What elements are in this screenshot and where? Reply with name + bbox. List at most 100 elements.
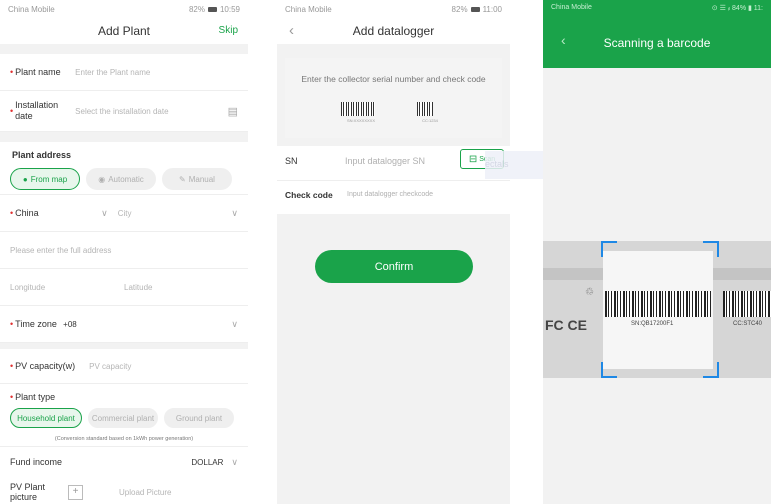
pv-capacity-label: PV capacity(w) [15, 361, 76, 371]
target-icon: ◉ [98, 174, 106, 184]
datalogger-form: SN Input datalogger SN ⊟ Scan Check code… [277, 146, 510, 214]
divider [0, 44, 248, 54]
status-bar: China Mobile 82% 10:59 [0, 0, 248, 18]
address-mode-selector: ● From map ◉ Automatic ✎ Manual [0, 164, 248, 195]
fund-income-label: Fund income [10, 457, 63, 467]
upload-picture-button[interactable]: Upload Picture [119, 488, 171, 497]
divider [0, 132, 248, 142]
longitude-input[interactable]: Longitude [10, 283, 124, 292]
required-mark: • [10, 106, 14, 116]
header-bar: China Mobile ⊙ ☰ ᵢₗ 84% ▮ 11: ‹ Scanning… [543, 0, 771, 68]
country-select[interactable]: China [15, 208, 101, 218]
scan-frame-corner [703, 362, 719, 378]
carrier-text: China Mobile [285, 4, 332, 14]
sn-input[interactable]: Input datalogger SN [345, 156, 425, 166]
pencil-icon: ✎ [179, 174, 186, 184]
chevron-down-icon[interactable]: ∨ [231, 319, 238, 330]
from-map-button[interactable]: ● From map [10, 168, 80, 190]
collector-hint-box: Enter the collector serial number and ch… [285, 58, 502, 138]
add-datalogger-screen: China Mobile 82% 11:00 ‹ Add datalogger … [277, 0, 510, 504]
full-address-input[interactable]: Please enter the full address [10, 246, 111, 255]
scan-icon: ⊟ [468, 153, 478, 165]
status-icons: ⊙ ☰ ᵢₗ 84% ▮ 11: [711, 5, 763, 12]
status-bar: China Mobile 82% 11:00 [277, 0, 510, 18]
coordinates-row: Longitude Latitude [0, 269, 248, 306]
skip-button[interactable]: Skip [219, 25, 238, 36]
serial-number-text: SN:QB17200F1 [631, 321, 674, 327]
nav-bar: ‹ Add datalogger [277, 18, 510, 44]
check-code-text: CC:STC40 [733, 321, 763, 327]
required-mark: • [10, 361, 14, 371]
pv-picture-label: PV Plant picture [10, 482, 46, 502]
ground-plant-button[interactable]: Ground plant [164, 408, 234, 428]
pv-capacity-row[interactable]: • PV capacity(w) PV capacity [0, 349, 248, 384]
chevron-down-icon[interactable]: ∨ [231, 457, 238, 468]
location-row: • China ∨ City ∨ [0, 195, 248, 232]
confirm-button[interactable]: Confirm [315, 250, 473, 283]
page-title: Add datalogger [352, 24, 435, 38]
camera-preview: FC CE ♲ SN:QB17200F1 CC:STC40 [543, 241, 771, 378]
automatic-button[interactable]: ◉ Automatic [86, 168, 156, 190]
fund-income-row[interactable]: Fund income DOLLAR ∨ [0, 447, 248, 477]
latitude-input[interactable]: Latitude [124, 283, 152, 292]
clock: 11:00 [482, 4, 502, 14]
battery-percent: 82% [188, 4, 205, 14]
add-plant-screen: China Mobile 82% 10:59 Add Plant Skip • … [0, 0, 248, 504]
scan-frame-corner [601, 241, 617, 257]
required-mark: • [10, 319, 14, 329]
barcode-image [723, 291, 771, 317]
plant-name-row[interactable]: • Plant name Enter the Plant name [0, 54, 248, 91]
check-code-input[interactable]: Input datalogger checkcode [347, 191, 433, 198]
barcode-caption: CC:1234 [422, 118, 438, 123]
installation-date-label: Installation date [15, 100, 59, 121]
plant-address-label: Plant address [12, 150, 72, 160]
clock: 10:59 [219, 4, 240, 14]
full-address-row[interactable]: Please enter the full address [0, 232, 248, 269]
battery-icon [470, 6, 480, 12]
time-zone-row[interactable]: • Time zone +08 ∨ [0, 306, 248, 343]
scan-frame-corner [601, 362, 617, 378]
plant-name-label: Plant name [15, 67, 61, 77]
barcode-image [417, 102, 433, 116]
household-plant-button[interactable]: Household plant [10, 408, 82, 428]
required-mark: • [10, 208, 14, 218]
conversion-note: (Conversion standard based on 1kWh power… [0, 432, 248, 447]
barcode-caption: SN:XXXXXXXX [346, 118, 375, 123]
time-zone-label: Time zone [15, 319, 57, 329]
installation-date-row[interactable]: • Installation date Select the installat… [0, 91, 248, 132]
scan-frame-corner [703, 241, 719, 257]
barcode-image [341, 102, 375, 116]
fund-income-value: DOLLAR [191, 457, 224, 467]
plant-type-label: • Plant type [10, 392, 56, 402]
battery-percent: 82% [451, 4, 468, 14]
divider [277, 180, 510, 181]
scan-barcode-screen: China Mobile ⊙ ☰ ᵢₗ 84% ▮ 11: ‹ Scanning… [543, 0, 771, 504]
certification-mark: FC CE [545, 317, 587, 333]
city-select[interactable]: City [118, 209, 132, 218]
carrier-text: China Mobile [8, 4, 55, 14]
nav-bar: Add Plant Skip [0, 18, 248, 44]
chevron-down-icon[interactable]: ∨ [101, 208, 108, 219]
battery-icon [207, 6, 217, 12]
page-title: Scanning a barcode [603, 36, 711, 50]
commercial-plant-button[interactable]: Commercial plant [88, 408, 158, 428]
pv-capacity-input[interactable]: PV capacity [89, 362, 131, 371]
check-code-label: Check code [285, 190, 333, 200]
carrier-text: China Mobile [551, 4, 592, 11]
pv-picture-row: PV Plant picture + Upload Picture [0, 477, 248, 504]
required-mark: • [10, 67, 14, 77]
calendar-icon[interactable]: ▤ [228, 105, 238, 118]
back-arrow-icon[interactable]: ‹ [289, 22, 294, 39]
installation-date-input[interactable]: Select the installation date [75, 107, 168, 116]
add-picture-icon[interactable]: + [68, 484, 83, 500]
chevron-down-icon[interactable]: ∨ [231, 208, 238, 219]
sn-label: SN [285, 156, 298, 166]
recycle-icon: ♲ [585, 287, 594, 298]
collector-instruction: Enter the collector serial number and ch… [301, 74, 486, 84]
barcode-image [605, 291, 711, 317]
plant-name-input[interactable]: Enter the Plant name [75, 68, 150, 77]
status-bar: China Mobile ⊙ ☰ ᵢₗ 84% ▮ 11: [551, 4, 763, 12]
manual-button[interactable]: ✎ Manual [162, 168, 232, 190]
location-pin-icon: ● [22, 174, 28, 184]
overlay-text: ectals [485, 159, 509, 169]
